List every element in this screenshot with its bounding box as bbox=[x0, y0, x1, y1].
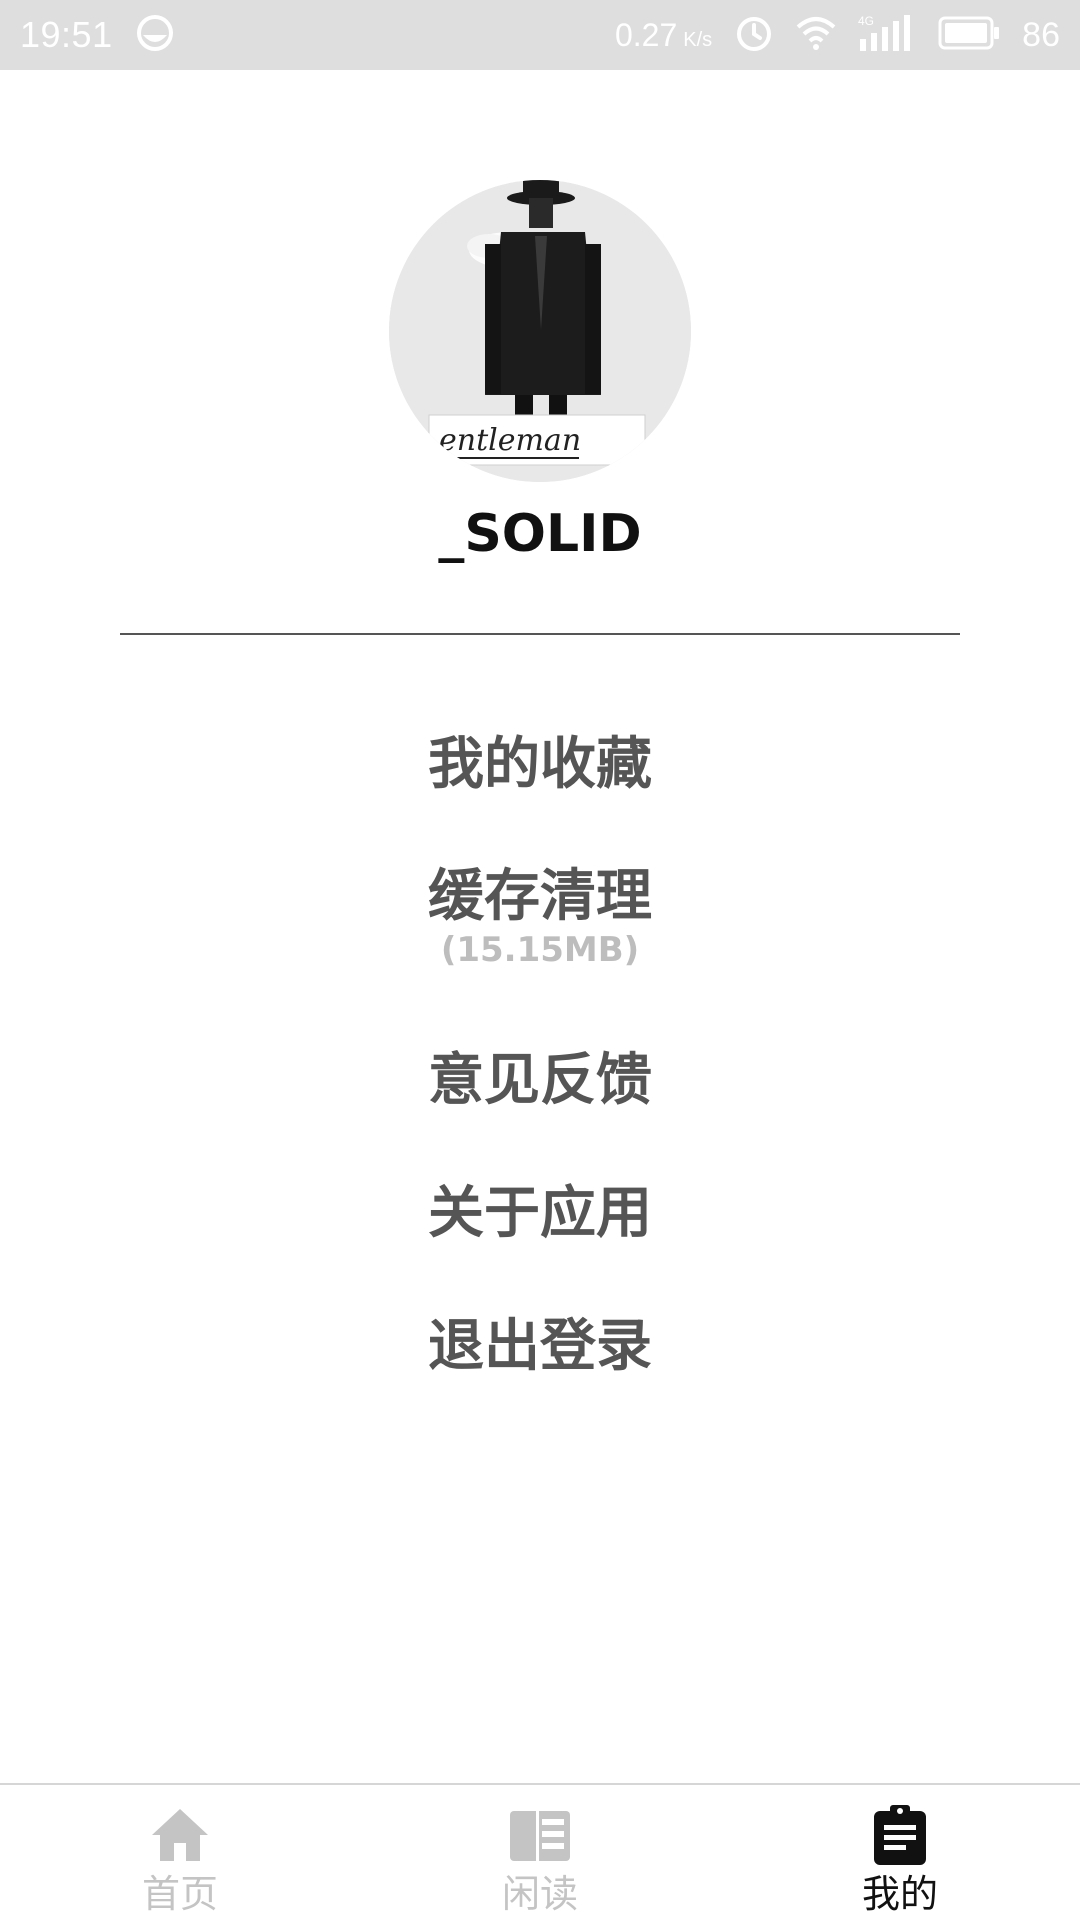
nav-reader[interactable]: 闲读 bbox=[360, 1785, 720, 1920]
signal-4g-icon: 4G bbox=[858, 13, 916, 58]
bottom-navigation: 首页 闲读 我的 bbox=[0, 1783, 1080, 1920]
wifi-icon bbox=[796, 15, 836, 56]
network-speed: 0.27 K/s bbox=[614, 16, 713, 53]
home-icon bbox=[148, 1803, 212, 1867]
status-bar: 19:51 0.27 K/s 4G 86 bbox=[0, 0, 1080, 70]
status-time: 19:51 bbox=[20, 14, 113, 55]
profile-section: entleman _SOLID bbox=[0, 180, 1080, 564]
username: _SOLID bbox=[438, 504, 642, 564]
menu-favorites-label: 我的收藏 bbox=[428, 732, 652, 797]
menu-logout[interactable]: 退出登录 bbox=[0, 1312, 1080, 1382]
nav-home-label: 首页 bbox=[141, 1872, 218, 1916]
reader-icon bbox=[508, 1803, 572, 1867]
menu-feedback[interactable]: 意见反馈 bbox=[0, 1046, 1080, 1116]
nav-mine[interactable]: 我的 bbox=[720, 1785, 1080, 1920]
menu-about-label: 关于应用 bbox=[428, 1181, 652, 1246]
alarm-icon bbox=[734, 13, 774, 58]
clipboard-icon bbox=[868, 1803, 932, 1867]
menu-cache-clear-label: 缓存清理 bbox=[428, 864, 652, 929]
divider bbox=[120, 633, 960, 635]
avatar[interactable]: entleman bbox=[389, 180, 691, 482]
battery-icon bbox=[938, 16, 1000, 55]
menu-cache-clear[interactable]: 缓存清理 (15.15MB) bbox=[0, 862, 1080, 970]
menu-logout-label: 退出登录 bbox=[428, 1314, 652, 1379]
nav-reader-label: 闲读 bbox=[501, 1872, 578, 1916]
cache-size: (15.15MB) bbox=[440, 930, 640, 970]
app-notification-icon bbox=[135, 13, 175, 58]
menu-favorites[interactable]: 我的收藏 bbox=[0, 730, 1080, 800]
nav-home[interactable]: 首页 bbox=[0, 1785, 360, 1920]
nav-mine-label: 我的 bbox=[861, 1872, 938, 1916]
svg-text:4G: 4G bbox=[858, 14, 874, 28]
battery-percentage: 86 bbox=[1022, 15, 1060, 54]
menu-feedback-label: 意见反馈 bbox=[428, 1048, 652, 1113]
svg-text:entleman: entleman bbox=[439, 423, 581, 458]
menu-about[interactable]: 关于应用 bbox=[0, 1179, 1080, 1249]
